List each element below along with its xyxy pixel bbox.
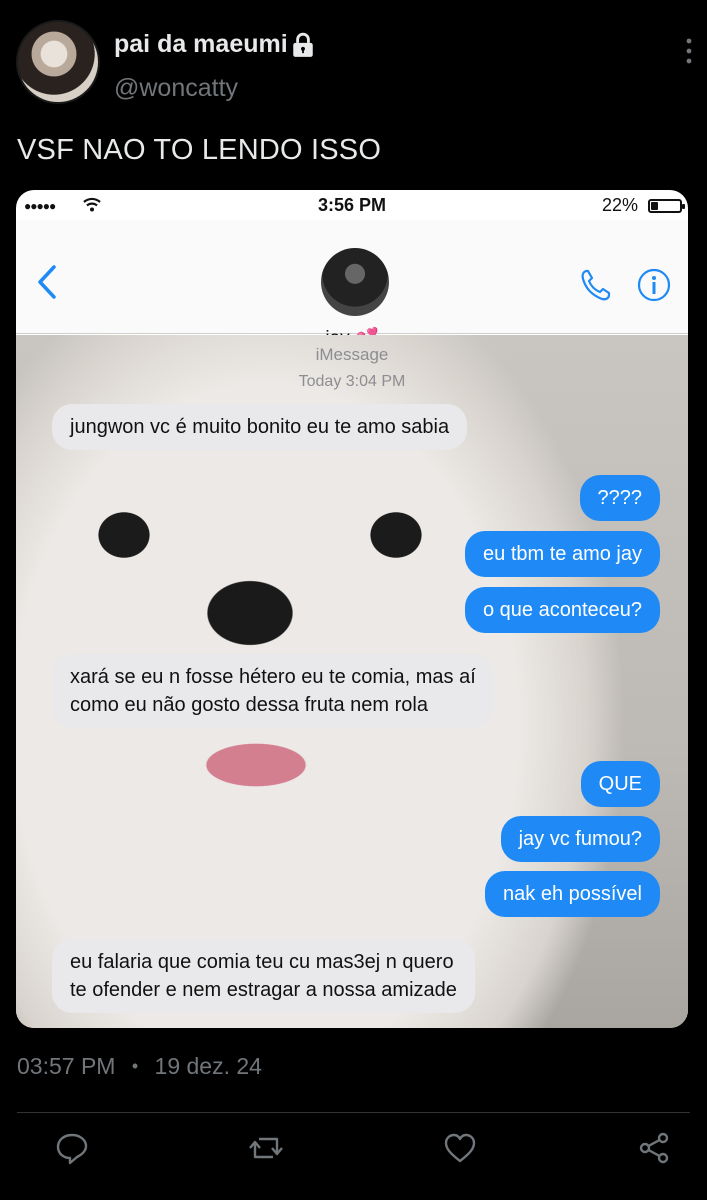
tweet-text: VSF NAO TO LENDO ISSO bbox=[17, 134, 382, 166]
author-avatar[interactable] bbox=[16, 20, 100, 104]
message-sent: o que aconteceu? bbox=[464, 587, 660, 633]
author-handle[interactable]: @woncatty bbox=[114, 74, 238, 103]
conversation-area: iMessage Today 3:04 PM jungwon vc é muit… bbox=[16, 335, 688, 1028]
retweet-icon[interactable] bbox=[249, 1131, 283, 1165]
battery-percentage: 22% bbox=[602, 195, 639, 215]
message-line: eu falaria que comia teu cu mas3ej n que… bbox=[70, 951, 454, 973]
message-line: xará se eu n fosse hétero eu te comia, m… bbox=[70, 666, 476, 688]
lock-icon bbox=[293, 32, 313, 57]
more-options-icon[interactable] bbox=[683, 36, 695, 66]
imessage-nav-bar: jay 💕 bbox=[16, 220, 688, 349]
message-sent: ???? bbox=[579, 475, 660, 521]
back-chevron-icon[interactable] bbox=[36, 264, 58, 300]
service-label: iMessage bbox=[315, 345, 389, 364]
divider bbox=[17, 1112, 690, 1113]
tweet-date: 19 dez. 24 bbox=[154, 1053, 262, 1079]
phone-call-icon[interactable] bbox=[579, 268, 611, 302]
share-icon[interactable] bbox=[637, 1131, 671, 1165]
message-sent: jay vc fumou? bbox=[500, 816, 660, 862]
battery-icon bbox=[648, 199, 685, 213]
message-line: como eu não gosto dessa fruta nem rola bbox=[70, 694, 428, 716]
tweet-time: 03:57 PM bbox=[17, 1053, 116, 1079]
tweet-media-image[interactable]: ●●●●● 3:56 PM 22% jay 💕 iMessage Today 3… bbox=[16, 190, 688, 1028]
message-sent: nak eh possível bbox=[485, 871, 660, 917]
conversation-timestamp: Today 3:04 PM bbox=[298, 373, 406, 390]
contact-photo[interactable] bbox=[321, 248, 389, 316]
message-sent: eu tbm te amo jay bbox=[465, 531, 660, 577]
timestamp-separator: • bbox=[131, 1056, 139, 1076]
tweet-timestamp[interactable]: 03:57 PM • 19 dez. 24 bbox=[17, 1053, 262, 1080]
info-icon[interactable] bbox=[637, 268, 671, 302]
message-received: jungwon vc é muito bonito eu te amo sabi… bbox=[52, 404, 468, 450]
like-icon[interactable] bbox=[443, 1131, 477, 1165]
phone-status-bar: ●●●●● 3:56 PM 22% bbox=[16, 190, 688, 220]
message-received: xará se eu n fosse hétero eu te comia, m… bbox=[52, 654, 494, 728]
reply-icon[interactable] bbox=[55, 1131, 89, 1165]
author-display-name[interactable]: pai da maeumi bbox=[114, 30, 288, 59]
message-line: te ofender e nem estragar a nossa amizad… bbox=[70, 979, 457, 1001]
phone-clock: 3:56 PM bbox=[317, 195, 387, 215]
message-sent: QUE bbox=[580, 761, 660, 807]
message-received: eu falaria que comia teu cu mas3ej n que… bbox=[52, 939, 475, 1013]
